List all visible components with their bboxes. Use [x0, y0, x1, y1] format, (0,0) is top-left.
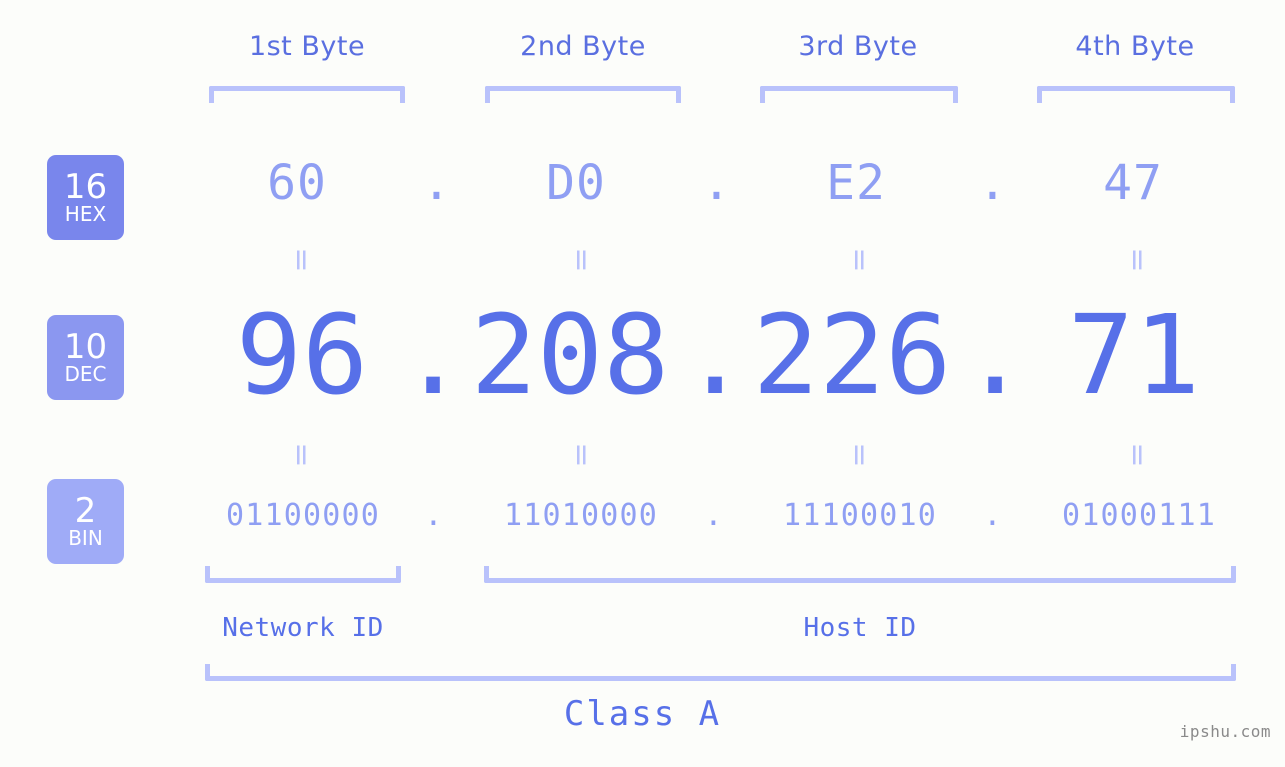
- class-bracket: [205, 664, 1236, 681]
- site-watermark: ipshu.com: [1179, 722, 1271, 741]
- dec-octet-2: 208: [470, 291, 670, 419]
- ip-address-diagram: 1st Byte 2nd Byte 3rd Byte 4th Byte 16 H…: [0, 0, 1285, 767]
- network-id-label: Network ID: [222, 613, 384, 643]
- base-badge-dec: 10 DEC: [47, 315, 124, 400]
- bin-separator-3: .: [983, 498, 1003, 533]
- base-badge-dec-name: DEC: [64, 361, 107, 386]
- hex-octet-2: D0: [546, 155, 606, 211]
- bin-separator-1: .: [424, 498, 444, 533]
- equals-sign-hex-dec-3: =: [842, 247, 877, 273]
- bin-separator-2: .: [704, 498, 724, 533]
- hex-separator-2: .: [702, 155, 732, 211]
- equals-sign-dec-bin-2: =: [564, 442, 599, 468]
- equals-sign-dec-bin-3: =: [842, 442, 877, 468]
- bin-octet-3: 11100010: [782, 498, 938, 533]
- byte-label-2: 2nd Byte: [520, 31, 646, 62]
- byte-bracket-2: [485, 86, 681, 103]
- dec-separator-3: .: [962, 291, 1029, 419]
- base-badge-hex-name: HEX: [64, 201, 107, 226]
- base-badge-dec-number: 10: [63, 326, 108, 367]
- byte-bracket-1: [209, 86, 405, 103]
- host-id-label: Host ID: [803, 613, 917, 643]
- dec-octet-1: 96: [235, 291, 369, 419]
- base-badge-hex-number: 16: [63, 166, 108, 207]
- bin-octet-2: 11010000: [503, 498, 659, 533]
- hex-separator-3: .: [978, 155, 1008, 211]
- byte-label-1: 1st Byte: [248, 31, 366, 62]
- hex-octet-3: E2: [826, 155, 886, 211]
- base-badge-bin-name: BIN: [68, 525, 103, 550]
- dec-octet-3: 226: [752, 291, 952, 419]
- base-badge-hex: 16 HEX: [47, 155, 124, 240]
- dec-octet-4: 71: [1067, 291, 1201, 419]
- byte-label-3: 3rd Byte: [798, 31, 918, 62]
- byte-bracket-3: [760, 86, 958, 103]
- bin-octet-4: 01000111: [1061, 498, 1217, 533]
- equals-sign-dec-bin-4: =: [1120, 442, 1155, 468]
- dec-separator-2: .: [682, 291, 749, 419]
- byte-label-4: 4th Byte: [1075, 31, 1195, 62]
- base-badge-bin: 2 BIN: [47, 479, 124, 564]
- byte-bracket-4: [1037, 86, 1235, 103]
- equals-sign-hex-dec-4: =: [1120, 247, 1155, 273]
- network-id-bracket: [205, 566, 401, 583]
- host-id-bracket: [484, 566, 1236, 583]
- hex-octet-1: 60: [267, 155, 327, 211]
- base-badge-bin-number: 2: [74, 490, 97, 531]
- hex-separator-1: .: [422, 155, 452, 211]
- equals-sign-hex-dec-2: =: [564, 247, 599, 273]
- bin-octet-1: 01100000: [225, 498, 381, 533]
- equals-sign-dec-bin-1: =: [284, 442, 319, 468]
- class-label: Class A: [563, 694, 722, 734]
- dec-separator-1: .: [400, 291, 467, 419]
- equals-sign-hex-dec-1: =: [284, 247, 319, 273]
- hex-octet-4: 47: [1103, 155, 1163, 211]
